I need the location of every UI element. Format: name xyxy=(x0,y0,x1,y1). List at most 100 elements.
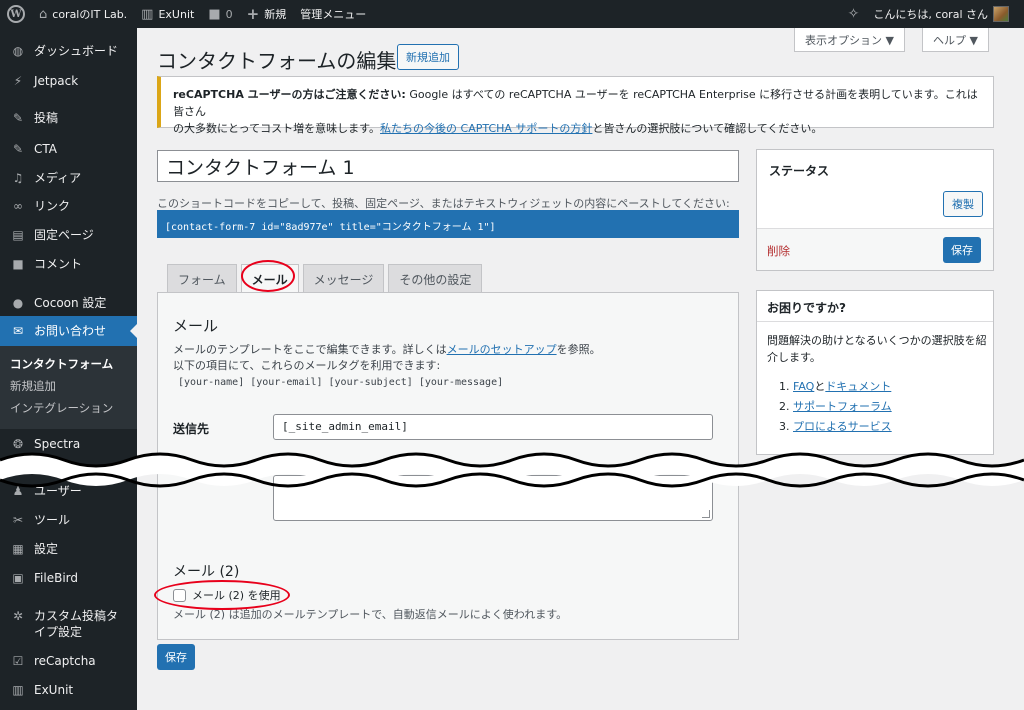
help-button[interactable]: ヘルプ ▼ xyxy=(922,28,989,52)
page-title: コンタクトフォームの編集 xyxy=(157,49,397,73)
exunit-icon: ▥ xyxy=(12,683,24,697)
home-icon: ⌂ xyxy=(39,6,48,22)
wp-logo-menu[interactable]: W xyxy=(0,0,32,28)
exunit-menu[interactable]: ▥ ExUnit xyxy=(134,0,201,28)
sidebar-label: ExUnit xyxy=(34,683,74,697)
mail-description: メールのテンプレートをここで編集できます。詳しくはメールのセットアップを参照。 … xyxy=(173,342,601,374)
sidebar-item-settings[interactable]: ▦ 設定 xyxy=(0,541,137,557)
sidebar-item-exunit[interactable]: ▥ ExUnit xyxy=(0,682,137,698)
sidebar-item-media[interactable]: ♫ メディア xyxy=(0,170,137,186)
sidebar-item-cocoon[interactable]: ● Cocoon 設定 xyxy=(0,295,137,311)
mail-desc-text: 以下の項目にて、これらのメールタグを利用できます: xyxy=(173,359,441,372)
sidebar-item-dashboard[interactable]: ◍ ダッシュボード xyxy=(0,43,137,59)
sidebar-item-filebird[interactable]: ▣ FileBird xyxy=(0,570,137,586)
comments-menu[interactable]: ■ 0 xyxy=(201,0,239,28)
sidebar-label: リンク xyxy=(34,199,71,213)
save-button[interactable]: 保存 xyxy=(157,644,195,670)
screen-options-label: 表示オプション ▼ xyxy=(805,33,894,47)
comment-icon: ■ xyxy=(12,257,24,271)
annotation-ellipse-mail2 xyxy=(154,580,290,610)
media-icon: ♫ xyxy=(12,171,24,185)
sidebar-item-cpt[interactable]: ✲ カスタム投稿タイプ設定 xyxy=(0,608,137,640)
sidebar-label: 設定 xyxy=(34,542,59,556)
mail-setup-link[interactable]: メールのセットアップ xyxy=(447,343,557,356)
mail-desc-text: メールのテンプレートをここで編集できます。詳しくは xyxy=(173,343,447,356)
tools-icon: ✂ xyxy=(12,513,24,527)
sidebar-item-pages[interactable]: ▤ 固定ページ xyxy=(0,227,137,243)
sidebar-label: カスタム投稿タイプ設定 xyxy=(34,609,119,639)
comment-icon: ■ xyxy=(208,6,221,22)
avatar xyxy=(993,6,1009,22)
docs-link[interactable]: ドキュメント xyxy=(825,380,891,393)
editor-tabs: フォーム メール メッセージ その他の設定 xyxy=(167,264,483,292)
link-icon: ∞ xyxy=(13,199,23,213)
sidebar-item-links[interactable]: ∞ リンク xyxy=(0,198,137,214)
sidebar-label: FileBird xyxy=(34,571,78,585)
sidebar-label: メディア xyxy=(34,171,82,185)
tab-additional-settings[interactable]: その他の設定 xyxy=(388,264,483,292)
mail-icon: ✉ xyxy=(12,324,24,338)
help-join: と xyxy=(814,380,826,393)
duplicate-button[interactable]: 複製 xyxy=(943,191,983,217)
plus-icon: + xyxy=(246,5,260,23)
settings-icon: ▦ xyxy=(12,542,24,556)
new-label: 新規 xyxy=(264,8,287,21)
site-name-menu[interactable]: ⌂ coralのIT Lab. xyxy=(32,0,134,28)
mail2-heading: メール (2) xyxy=(173,564,240,580)
status-save-button[interactable]: 保存 xyxy=(943,237,981,263)
sidebar-item-tools[interactable]: ✂ ツール xyxy=(0,512,137,528)
wordpress-icon: W xyxy=(7,5,25,23)
shortcode-field[interactable]: [contact-form-7 id="8ad977e" title="コンタク… xyxy=(157,210,739,238)
sidebar-item-jetpack[interactable]: ⚡ Jetpack xyxy=(0,73,137,89)
captcha-policy-link[interactable]: 私たちの今後の CAPTCHA サポートの方針 xyxy=(380,122,592,135)
status-footer: 削除 保存 xyxy=(757,228,993,270)
sidebar-item-recaptcha[interactable]: ☑ reCaptcha xyxy=(0,653,137,669)
sidebar-label: ツール xyxy=(34,513,71,527)
sidebar-label: CTA xyxy=(34,142,57,156)
sidebar-item-comments[interactable]: ■ コメント xyxy=(0,256,137,272)
exunit-icon: ▥ xyxy=(141,6,154,22)
help-item: プロによるサービス xyxy=(779,417,892,437)
form-title-input[interactable]: コンタクトフォーム 1 xyxy=(157,150,739,182)
help-list: FAQとドキュメント サポートフォーラム プロによるサービス xyxy=(779,377,892,437)
add-new-button[interactable]: 新規追加 xyxy=(397,44,459,70)
faq-link[interactable]: FAQ xyxy=(793,380,814,393)
admin-menu-label: 管理メニュー xyxy=(300,8,367,21)
tab-messages[interactable]: メッセージ xyxy=(302,264,385,292)
sidebar-label: 投稿 xyxy=(34,111,59,125)
submenu-integration[interactable]: インテグレーション xyxy=(0,397,137,419)
admin-menu-link[interactable]: 管理メニュー xyxy=(293,0,373,28)
sidebar-item-posts[interactable]: ✎ 投稿 xyxy=(0,110,137,126)
sidebar-label: reCaptcha xyxy=(34,654,96,668)
comments-count: 0 xyxy=(225,7,233,21)
status-title: ステータス xyxy=(769,164,830,178)
submenu-contact-forms[interactable]: コンタクトフォーム xyxy=(0,353,137,375)
mail-desc-text: を参照。 xyxy=(556,343,601,356)
sparkle-icon: ✧ xyxy=(847,6,860,22)
help-intro: 問題解決の助けとなるいくつかの選択肢を紹介します。 xyxy=(767,334,987,364)
support-forum-link[interactable]: サポートフォーラム xyxy=(793,400,892,413)
ai-sparkle-menu[interactable]: ✧ xyxy=(841,0,867,28)
help-label: ヘルプ ▼ xyxy=(933,33,978,47)
help-item: FAQとドキュメント xyxy=(779,377,892,397)
screen-options-button[interactable]: 表示オプション ▼ xyxy=(794,28,905,52)
admin-bar: W ⌂ coralのIT Lab. ▥ ExUnit ■ 0 + 新規 管理メニ… xyxy=(0,0,1024,28)
sidebar-item-contact[interactable]: ✉ お問い合わせ xyxy=(0,316,137,346)
delete-link[interactable]: 削除 xyxy=(767,243,790,259)
torn-break-graphic xyxy=(0,452,1024,488)
exunit-label: ExUnit xyxy=(158,7,195,21)
tab-form[interactable]: フォーム xyxy=(167,264,237,292)
sidebar-label: 固定ページ xyxy=(34,228,94,242)
help-box: お困りですか? 問題解決の助けとなるいくつかの選択肢を紹介します。 FAQとドキ… xyxy=(756,290,994,455)
submenu-add-new[interactable]: 新規追加 xyxy=(0,375,137,397)
new-content-menu[interactable]: + 新規 xyxy=(240,0,294,28)
notice-text: と皆さんの選択肢について確認してください。 xyxy=(592,122,823,135)
greeting: こんにちは, coral さん xyxy=(873,8,988,21)
my-account-menu[interactable]: こんにちは, coral さん xyxy=(866,0,1016,28)
to-input[interactable]: [_site_admin_email] xyxy=(273,414,713,440)
pro-services-link[interactable]: プロによるサービス xyxy=(793,420,892,433)
sidebar-item-cta[interactable]: ✎ CTA xyxy=(0,141,137,157)
mail-tags: [your-name] [your-email] [your-subject] … xyxy=(178,377,504,388)
sidebar-label: お問い合わせ xyxy=(34,324,107,338)
sidebar-label: コメント xyxy=(34,257,83,271)
